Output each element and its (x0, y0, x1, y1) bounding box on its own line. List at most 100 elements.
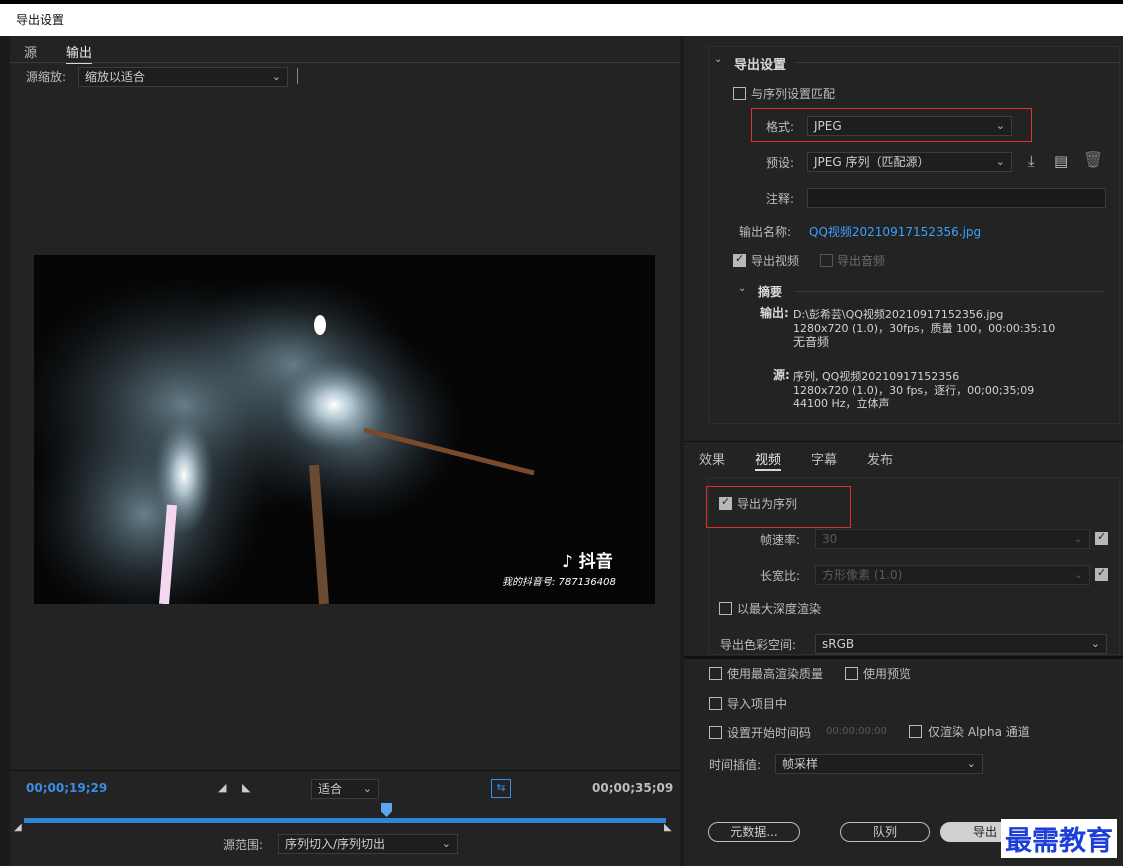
summary-divider (795, 291, 1105, 292)
format-value: JPEG (814, 119, 842, 133)
import-project-checkbox[interactable] (709, 697, 722, 710)
output-name-link[interactable]: QQ视频20210917152356.jpg (809, 223, 981, 240)
chevron-down-icon: ⌄ (1073, 568, 1083, 581)
color-space-value: sRGB (822, 637, 855, 651)
format-dropdown[interactable]: JPEG ⌄ (807, 116, 1012, 136)
frame-rate-value: 30 (822, 532, 838, 546)
douyin-logo-text: 抖音 (578, 552, 613, 572)
tab-captions[interactable]: 字幕 (811, 449, 837, 468)
aspect-dropdown[interactable]: 方形像素 (1.0) ⌄ (815, 565, 1090, 585)
frame-rate-dropdown[interactable]: 30 ⌄ (815, 529, 1090, 549)
summary-output-label: 输出: (760, 306, 789, 320)
range-end-handle[interactable]: ◣ (664, 822, 672, 833)
tab-output[interactable]: 输出 (66, 42, 93, 64)
end-timecode: 00;00;35;09 (592, 781, 674, 795)
window-title: 导出设置 (0, 4, 1123, 36)
source-scale-label: 源缩放: (26, 70, 67, 84)
fit-dropdown[interactable]: 适合 ⌄ (311, 779, 379, 799)
comment-input[interactable] (807, 188, 1106, 208)
preset-dropdown[interactable]: JPEG 序列（匹配源） ⌄ (807, 152, 1012, 172)
mark-in-icon[interactable]: ◢ (218, 781, 226, 794)
save-preset-icon[interactable]: ⤓ (1028, 152, 1035, 170)
tab-source[interactable]: 源 (24, 42, 37, 61)
mark-out-icon[interactable]: ◣ (242, 781, 250, 794)
aspect-toggle-icon[interactable]: ⇆ (491, 779, 511, 798)
export-as-sequence-label: 导出为序列 (737, 497, 798, 511)
summary-source-label: 源: (773, 368, 790, 382)
preset-label: 预设: (766, 156, 795, 170)
export-audio-checkbox[interactable] (820, 254, 833, 267)
chevron-down-icon: ⌄ (966, 757, 976, 770)
import-project-label: 导入项目中 (727, 697, 788, 711)
douyin-logo: ♪ 抖音 (562, 547, 613, 572)
use-preview-label: 使用预览 (863, 667, 912, 681)
metadata-button[interactable]: 元数据... (708, 822, 800, 842)
fit-value: 适合 (318, 782, 343, 796)
current-timecode[interactable]: 00;00;19;29 (26, 781, 107, 795)
chevron-down-icon: ⌄ (995, 119, 1005, 132)
summary-source-line3: 44100 Hz，立体声 (793, 397, 890, 410)
export-video-label: 导出视频 (751, 254, 800, 268)
tab-publish[interactable]: 发布 (867, 449, 893, 468)
section-divider (795, 62, 1120, 63)
time-interp-label: 时间插值: (709, 758, 762, 772)
chevron-down-icon: ⌄ (441, 837, 451, 850)
alpha-only-label: 仅渲染 Alpha 通道 (928, 725, 1030, 739)
time-interp-dropdown[interactable]: 帧采样 ⌄ (775, 754, 983, 774)
max-depth-label: 以最大深度渲染 (737, 602, 822, 616)
import-preset-icon[interactable]: ▤ (1054, 152, 1068, 170)
tab-video[interactable]: 视频 (755, 449, 782, 471)
chevron-down-icon: ⌄ (1090, 637, 1100, 650)
overlay-watermark: 最需教育 (1001, 819, 1117, 858)
music-note-icon: ♪ (562, 552, 573, 572)
color-space-dropdown[interactable]: sRGB ⌄ (815, 634, 1107, 654)
export-as-sequence-checkbox[interactable] (719, 495, 732, 510)
source-scale-dropdown[interactable]: 缩放以适合 ⌄ (78, 67, 288, 87)
frame-rate-label: 帧速率: (760, 533, 801, 547)
summary-output-line2: 1280x720 (1.0)，30fps，质量 100，00:00:35:10 (793, 322, 1056, 335)
format-label: 格式: (766, 120, 795, 134)
range-start-handle[interactable]: ◢ (14, 822, 22, 833)
match-sequence-checkbox[interactable] (733, 87, 746, 100)
timeline-track[interactable] (24, 818, 666, 823)
queue-button[interactable]: 队列 (840, 822, 930, 842)
delete-preset-icon[interactable]: 🗑 (1083, 150, 1103, 169)
export-settings-title: 导出设置 (734, 58, 787, 73)
collapse-chevron-icon[interactable]: ⌄ (714, 54, 722, 65)
aspect-value: 方形像素 (1.0) (822, 568, 903, 582)
separator (297, 68, 298, 84)
comment-label: 注释: (766, 192, 795, 206)
set-start-timecode-label: 设置开始时间码 (727, 726, 812, 740)
alpha-only-checkbox[interactable] (909, 725, 922, 738)
source-range-dropdown[interactable]: 序列切入/序列切出 ⌄ (278, 834, 458, 854)
summary-chevron-icon[interactable]: ⌄ (738, 283, 746, 294)
preset-value: JPEG 序列（匹配源） (814, 155, 930, 169)
match-sequence-label: 与序列设置匹配 (751, 87, 836, 101)
panel-divider (684, 656, 1123, 659)
summary-output-line3: 无音频 (793, 335, 830, 349)
set-start-timecode-checkbox[interactable] (709, 726, 722, 739)
tab-effects[interactable]: 效果 (699, 449, 725, 468)
color-space-label: 导出色彩空间: (720, 638, 797, 652)
source-range-label: 源范围: (223, 838, 264, 852)
douyin-id: 我的抖音号: 787136408 (502, 577, 616, 588)
chevron-down-icon: ⌄ (362, 782, 372, 795)
chevron-down-icon: ⌄ (995, 155, 1005, 168)
export-audio-label: 导出音频 (837, 254, 886, 268)
aspect-label: 长宽比: (760, 569, 801, 583)
frame-rate-match-checkbox[interactable] (1095, 530, 1108, 545)
tabs-divider (10, 62, 680, 63)
max-render-quality-checkbox[interactable] (709, 667, 722, 680)
aspect-match-checkbox[interactable] (1095, 566, 1108, 581)
video-preview: ♪ 抖音 我的抖音号: 787136408 (34, 255, 655, 604)
start-timecode-value[interactable]: 00:00:00:00 (826, 726, 887, 737)
settings-tabs (684, 441, 1123, 469)
max-render-quality-label: 使用最高渲染质量 (727, 667, 824, 681)
export-video-checkbox[interactable] (733, 252, 746, 267)
chevron-down-icon: ⌄ (1073, 532, 1083, 545)
max-depth-checkbox[interactable] (719, 602, 732, 615)
summary-title: 摘要 (758, 285, 783, 299)
use-preview-checkbox[interactable] (845, 667, 858, 680)
source-scale-value: 缩放以适合 (85, 70, 146, 84)
output-name-label: 输出名称: (739, 225, 792, 239)
